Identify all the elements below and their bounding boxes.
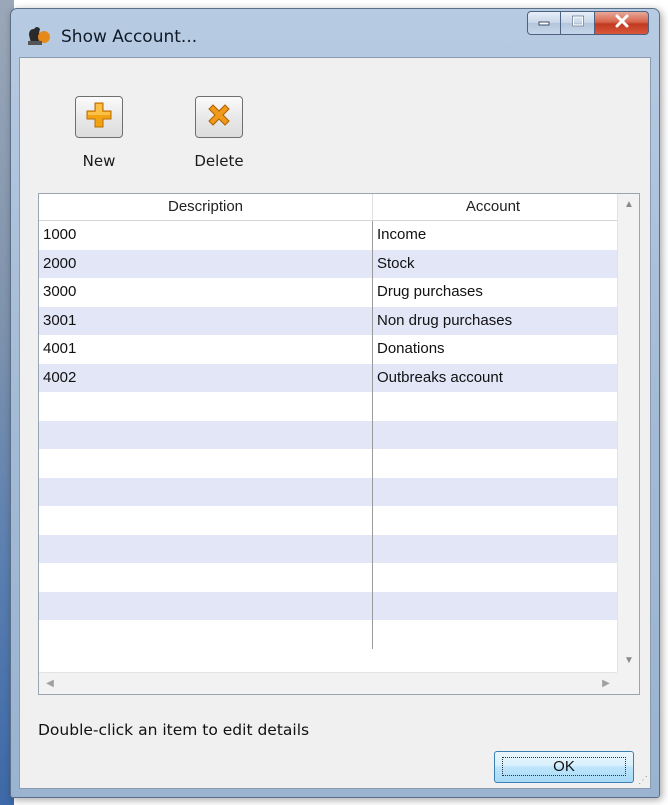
description-cell: 4001 <box>39 335 373 364</box>
ok-label: OK <box>502 757 626 776</box>
column-header-account[interactable]: Account <box>373 194 613 220</box>
description-cell: 3000 <box>39 278 373 307</box>
description-cell: 1000 <box>39 221 373 250</box>
dialog-body: New Delete Description Account 1000 Inco… <box>19 57 651 789</box>
empty-row <box>39 591 617 620</box>
table-row[interactable]: 1000 Income <box>39 221 617 250</box>
empty-row <box>39 449 617 478</box>
table-row[interactable]: 3001 Non drug purchases <box>39 306 617 335</box>
new-tool[interactable]: New <box>54 96 144 170</box>
scroll-left-arrow-icon[interactable]: ◀ <box>39 673 61 694</box>
scroll-down-arrow-icon[interactable]: ▼ <box>618 650 639 672</box>
ok-button[interactable]: OK <box>494 751 634 783</box>
maximize-icon <box>571 14 585 32</box>
vertical-scrollbar[interactable]: ▲ ▼ <box>617 194 639 672</box>
window-title: Show Account... <box>61 27 198 47</box>
account-cell: Non drug purchases <box>377 311 513 329</box>
accounts-table[interactable]: Description Account 1000 Income 2000 Sto… <box>38 193 640 695</box>
description-cell: 4002 <box>39 363 373 392</box>
account-cell: Drug purchases <box>377 283 483 300</box>
new-label: New <box>82 152 116 170</box>
close-button[interactable] <box>595 11 649 35</box>
table-row[interactable]: 4001 Donations <box>39 335 617 364</box>
new-button[interactable] <box>75 96 123 138</box>
delete-tool[interactable]: Delete <box>174 96 264 170</box>
scrollbar-corner <box>617 672 639 694</box>
empty-row <box>39 534 617 563</box>
delete-button[interactable] <box>195 96 243 138</box>
x-icon <box>204 100 234 135</box>
caption-buttons <box>527 11 649 37</box>
title-bar[interactable]: Show Account... <box>11 9 659 57</box>
column-header-description[interactable]: Description <box>39 194 373 220</box>
scroll-right-arrow-icon[interactable]: ▶ <box>595 673 617 694</box>
edit-hint-text: Double-click an item to edit details <box>38 721 310 739</box>
empty-row <box>39 477 617 506</box>
account-cell: Donations <box>377 340 445 357</box>
account-cell: Stock <box>377 254 415 272</box>
empty-row <box>39 392 617 421</box>
empty-row <box>39 420 617 449</box>
empty-row <box>39 620 617 649</box>
plus-icon <box>84 100 114 135</box>
app-icon <box>25 23 51 47</box>
table-body: 1000 Income 2000 Stock 3000 Drug purchas… <box>39 221 617 649</box>
table-row[interactable]: 3000 Drug purchases <box>39 278 617 307</box>
resize-grip-icon[interactable]: ⋰ <box>638 775 648 786</box>
scroll-up-arrow-icon[interactable]: ▲ <box>618 194 639 216</box>
delete-label: Delete <box>194 152 244 170</box>
account-cell: Outbreaks account <box>377 368 503 386</box>
horizontal-scrollbar[interactable]: ◀ ▶ <box>39 672 617 694</box>
close-icon <box>614 14 630 33</box>
table-header: Description Account <box>39 194 617 221</box>
minimize-icon <box>537 14 551 32</box>
empty-row <box>39 563 617 592</box>
account-cell: Income <box>377 226 427 243</box>
table-row[interactable]: 2000 Stock <box>39 249 617 278</box>
description-cell: 3001 <box>39 306 373 335</box>
minimize-button[interactable] <box>527 11 561 35</box>
description-cell: 2000 <box>39 249 373 278</box>
maximize-button[interactable] <box>561 11 595 35</box>
empty-row <box>39 506 617 535</box>
show-account-window: Show Account... New Delete Description A… <box>10 8 660 798</box>
table-row[interactable]: 4002 Outbreaks account <box>39 363 617 392</box>
